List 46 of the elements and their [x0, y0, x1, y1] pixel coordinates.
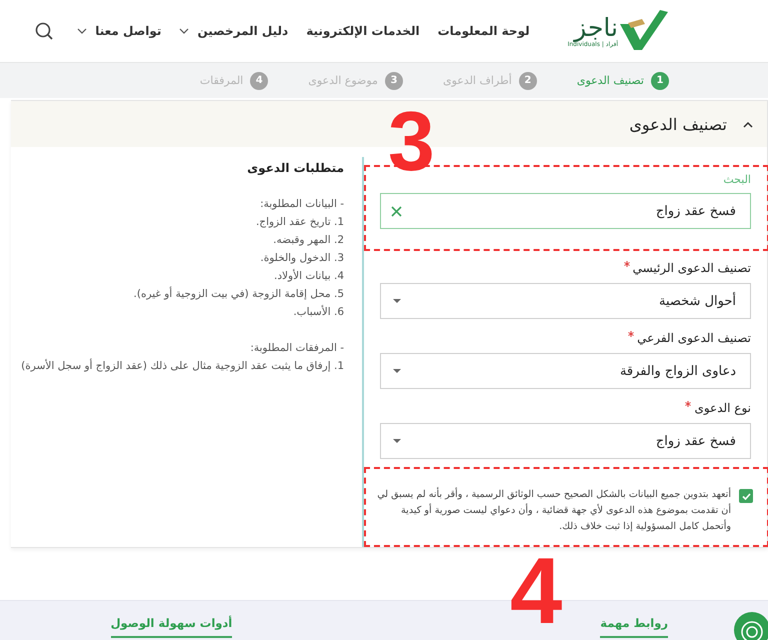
search-field[interactable]: فسخ عقد زواج: [380, 193, 751, 229]
step-label[interactable]: أطراف الدعوى: [442, 74, 512, 87]
search-label: البحث: [722, 173, 751, 186]
nav-link[interactable]: لوحة المعلومات: [438, 24, 530, 38]
caret-icon: [393, 369, 401, 373]
step-label[interactable]: المرفقات: [200, 74, 244, 87]
step-number[interactable]: 1: [651, 72, 669, 90]
footer-link[interactable]: روابط مهمة: [600, 616, 668, 638]
requirement-line: - المرفقات المطلوبة:: [249, 341, 344, 356]
dropdown-field[interactable]: فسخ عقد زواج: [380, 423, 751, 459]
logo-icon: [620, 10, 668, 52]
field-label: تصنيف الدعوى الرئيسي: [632, 261, 751, 275]
nav-link[interactable]: تواصل معنا: [77, 24, 162, 38]
logo-text: ناجز: [574, 14, 618, 40]
section-title: تصنيف الدعوى: [629, 114, 727, 134]
step-marker: 3: [388, 99, 435, 183]
step-number[interactable]: 4: [250, 72, 268, 90]
requirement-line: 4. بيانات الأولاد.: [273, 268, 344, 284]
chevron-up-icon[interactable]: [743, 120, 753, 128]
field-label: تصنيف الدعوى الفرعي: [637, 331, 751, 345]
dropdown-field[interactable]: دعاوى الزواج والفرقة: [380, 353, 751, 389]
clear-icon[interactable]: [391, 206, 402, 216]
field-label: نوع الدعوى: [694, 401, 751, 415]
checkbox[interactable]: [739, 489, 753, 503]
requirement-line: - البيانات المطلوبة:: [259, 197, 344, 212]
requirement-line: 5. محل إقامة الزوجة (في بيت الزوجية أو غيره).: [132, 286, 344, 302]
requirement-line: 1. تاريخ عقد الزواج.: [254, 215, 344, 230]
dropdown-field[interactable]: أحوال شخصية: [380, 283, 751, 319]
caret-icon: [393, 439, 401, 443]
pledge-text: أتعهد بتدوين جميع البيانات بالشكل الصحيح حسب الوثائق الرسمية ، وأقر بأنه لم يسبق لي أن تقدمت بموضوع هذه الدعوى لأي جهة قضائية ، وأن دعواي ليست صورية أو كيدية وأتحمل كامل المسؤولية إذا ثبت خلاف ذلك.: [376, 487, 731, 534]
step-label[interactable]: موضوع الدعوى: [308, 74, 378, 87]
nav-link[interactable]: الخدمات الإلكترونية: [306, 24, 420, 38]
checkmark-icon: [742, 492, 750, 500]
requirement-line: 3. الدخول والخلوة.: [259, 251, 344, 266]
footer-link[interactable]: أدوات سهولة الوصول: [110, 616, 232, 638]
step-number[interactable]: 3: [384, 72, 403, 90]
requirement-line: 6. الأسباب.: [292, 304, 344, 320]
step-label[interactable]: تصنيف الدعوى: [576, 74, 644, 87]
search-icon[interactable]: [35, 22, 54, 40]
caret-icon: [393, 299, 401, 303]
step-marker: 4: [510, 544, 562, 638]
requirement-line: 2. المهر وقبضه.: [272, 233, 344, 248]
requirement-line: 1. إرفاق ما يثبت عقد الزوجية مثال على ذلك (عقد الزواج أو سجل الأسرة): [20, 358, 344, 374]
nav-link[interactable]: دليل المرخصين: [179, 24, 288, 38]
requirements-title: متطلبات الدعوى: [246, 161, 344, 175]
step-number[interactable]: 2: [518, 72, 537, 90]
